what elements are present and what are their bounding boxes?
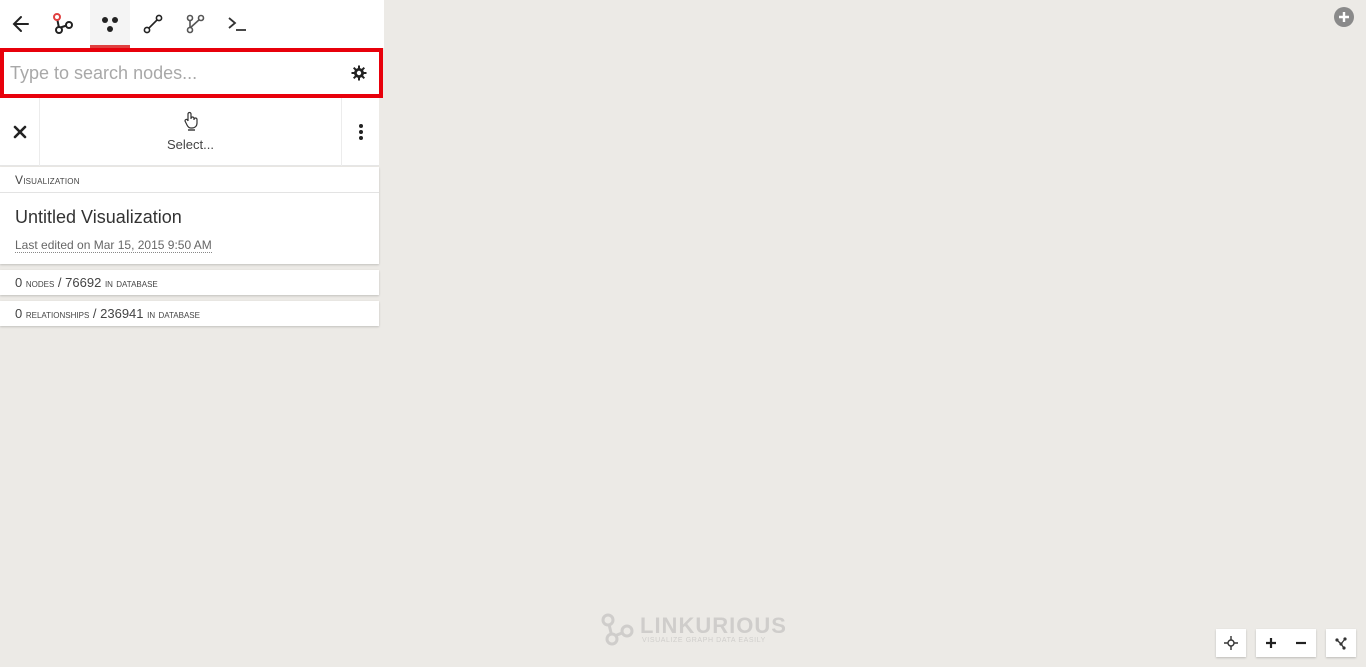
nodes-total: 76692 (65, 275, 102, 290)
zoom-in-button[interactable] (1256, 629, 1286, 657)
node-search-box (0, 48, 383, 98)
close-icon (13, 125, 26, 139)
visualization-header: Visualization (0, 167, 379, 193)
add-button[interactable] (1334, 7, 1354, 27)
visualization-card: Visualization Untitled Visualization Las… (0, 167, 379, 264)
relationships-total: 236941 (100, 306, 144, 321)
tab-relationships[interactable] (132, 0, 174, 48)
select-label: Select... (167, 137, 214, 152)
nodes-count: 0 (15, 275, 23, 290)
layout-button[interactable] (1326, 629, 1356, 657)
nodes-icon (102, 17, 118, 32)
zoom-out-button[interactable] (1286, 629, 1316, 657)
crosshair-icon (1224, 636, 1238, 650)
more-options-button[interactable] (341, 98, 379, 166)
last-edited-text: Last edited on Mar 15, 2015 9:50 AM (15, 238, 212, 253)
linkurious-logo-icon (601, 613, 634, 646)
search-settings-button[interactable] (339, 53, 379, 93)
layout-control (1326, 629, 1356, 657)
center-graph-button[interactable] (1216, 629, 1246, 657)
selection-bar: Select... (0, 98, 379, 166)
relationships-label: relationships (25, 306, 90, 321)
visualization-title[interactable]: Untitled Visualization (0, 207, 379, 228)
graph-branch-icon (186, 14, 205, 34)
tab-console[interactable] (216, 0, 258, 48)
gear-icon (351, 65, 367, 81)
watermark-tagline: VISUALIZE GRAPH DATA EASILY (642, 636, 766, 644)
graph-logo-icon (53, 13, 73, 34)
pointer-hand-icon (183, 111, 198, 131)
zoom-control (1256, 629, 1316, 657)
tab-nodes[interactable] (90, 0, 130, 48)
tab-graph-structure[interactable] (174, 0, 216, 48)
layout-graph-icon (1335, 637, 1347, 650)
relationship-icon (143, 14, 163, 34)
graph-menu-button[interactable] (42, 0, 84, 48)
top-toolbar (0, 0, 384, 48)
plus-icon (1339, 12, 1349, 22)
watermark-name: LINKURIOUS (640, 612, 787, 638)
clear-selection-button[interactable] (0, 98, 40, 166)
nodes-suffix: in database (104, 275, 158, 290)
relationships-suffix: in database (147, 306, 200, 321)
plus-icon (1266, 638, 1276, 648)
nodes-label: nodes (25, 275, 55, 290)
nodes-stat: 0 nodes / 76692 in database (0, 270, 379, 295)
select-button[interactable]: Select... (40, 98, 341, 165)
back-button[interactable] (0, 0, 42, 48)
search-input[interactable] (4, 54, 339, 92)
center-graph-control (1216, 629, 1246, 657)
vertical-dots-icon (358, 124, 363, 140)
relationships-count: 0 (15, 306, 23, 321)
terminal-icon (228, 17, 246, 31)
linkurious-watermark: LINKURIOUS VISUALIZE GRAPH DATA EASILY (600, 612, 787, 646)
back-arrow-icon (12, 16, 29, 32)
relationships-stat: 0 relationships / 236941 in database (0, 301, 379, 326)
minus-icon (1296, 641, 1306, 645)
